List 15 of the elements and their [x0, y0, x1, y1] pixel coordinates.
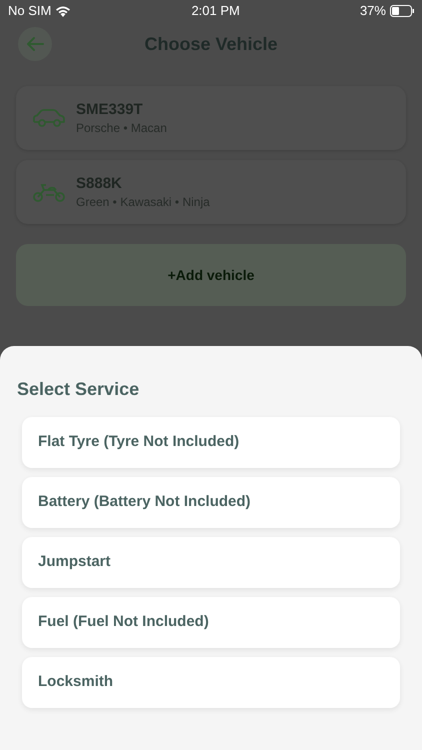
- service-option[interactable]: Jumpstart: [22, 537, 400, 588]
- service-option[interactable]: Fuel (Fuel Not Included): [22, 597, 400, 648]
- carrier-text: No SIM: [8, 2, 52, 20]
- service-option[interactable]: Flat Tyre (Tyre Not Included): [22, 417, 400, 468]
- back-button[interactable]: [18, 27, 52, 61]
- service-option[interactable]: Locksmith: [22, 657, 400, 708]
- service-option[interactable]: Battery (Battery Not Included): [22, 477, 400, 528]
- battery-text: 37%: [360, 2, 386, 20]
- sheet-title: Select Service: [17, 378, 140, 400]
- car-icon: [32, 108, 66, 128]
- battery-icon: [390, 5, 414, 17]
- wifi-icon: [55, 5, 72, 17]
- time-text: 2:01 PM: [191, 2, 240, 20]
- back-arrow-icon: [26, 36, 44, 52]
- motorcycle-icon: [32, 181, 66, 203]
